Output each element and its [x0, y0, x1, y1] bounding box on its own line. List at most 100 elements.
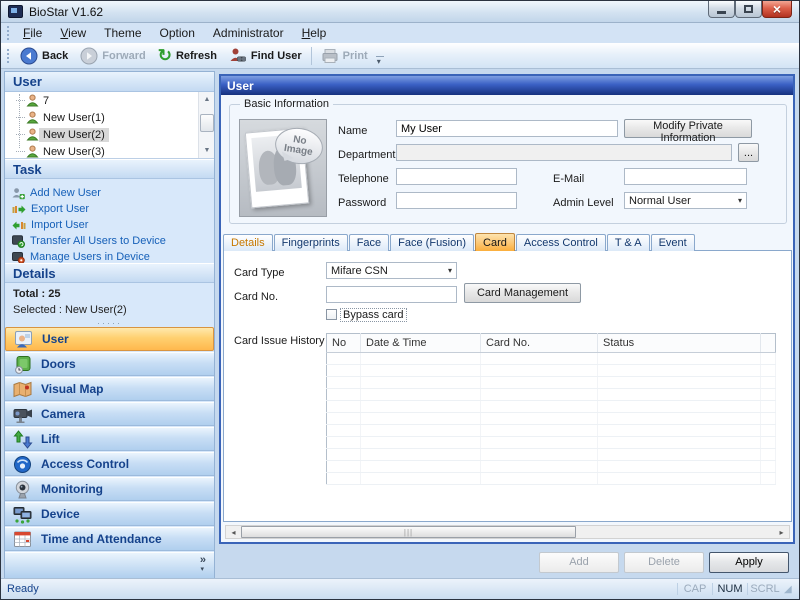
admin-level-select[interactable]: Normal User ▾	[624, 192, 747, 209]
tab-face-fusion[interactable]: Face (Fusion)	[390, 234, 474, 251]
main-panel-header: User	[221, 76, 793, 95]
nav-item-doors[interactable]: Doors	[5, 352, 214, 376]
department-field	[396, 144, 732, 161]
close-icon: ×	[773, 2, 781, 16]
tab-t-and-a[interactable]: T & A	[607, 234, 650, 251]
scroll-thumb[interactable]: |||	[241, 526, 576, 538]
lift-icon	[13, 430, 33, 449]
splitter-handle[interactable]: ·····	[5, 319, 214, 327]
print-button[interactable]: Print	[315, 46, 374, 65]
card-issue-history-table: No Date & Time Card No. Status	[326, 333, 776, 485]
tab-fingerprints[interactable]: Fingerprints	[274, 234, 348, 251]
password-field[interactable]	[396, 192, 517, 209]
tab-access-control[interactable]: Access Control	[516, 234, 606, 251]
task-panel-header: Task	[5, 159, 214, 179]
card-no-field[interactable]	[326, 286, 457, 303]
refresh-button[interactable]: ↻ Refresh	[152, 46, 223, 65]
task-import-user[interactable]: Import User	[12, 217, 214, 233]
nav-item-access-control[interactable]: Access Control	[5, 452, 214, 476]
card-management-button[interactable]: Card Management	[464, 283, 581, 303]
column-spacer	[761, 334, 776, 353]
card-type-select[interactable]: Mifare CSN ▾	[326, 262, 457, 279]
horizontal-scrollbar[interactable]: ◂ ||| ▸	[225, 525, 790, 539]
manage-users-icon	[12, 251, 25, 264]
nav-item-time-attendance[interactable]: Time and Attendance	[5, 527, 214, 551]
tab-details[interactable]: Details	[223, 234, 273, 251]
tree-item-selected[interactable]: New User(2)	[5, 126, 214, 143]
menu-grip-handle	[7, 26, 9, 40]
name-field[interactable]	[396, 120, 618, 137]
nav-more-dropdown-icon[interactable]: ▾	[200, 565, 204, 573]
minimize-button[interactable]	[708, 1, 735, 18]
add-button[interactable]: Add	[539, 552, 619, 573]
department-browse-button[interactable]: ...	[738, 143, 759, 162]
scroll-thumb[interactable]	[200, 114, 214, 132]
task-transfer-users[interactable]: Transfer All Users to Device	[12, 233, 214, 249]
column-card-no[interactable]: Card No.	[481, 334, 598, 353]
task-export-user[interactable]: Export User	[12, 201, 214, 217]
tab-face[interactable]: Face	[349, 234, 389, 251]
maximize-button[interactable]	[735, 1, 762, 18]
nav-item-camera[interactable]: Camera	[5, 402, 214, 426]
menu-option[interactable]: Option	[151, 24, 204, 42]
tree-item[interactable]: New User(3)	[5, 143, 214, 159]
details-selected: Selected : New User(2)	[13, 304, 214, 316]
menu-file[interactable]: File	[14, 24, 51, 42]
menu-administrator[interactable]: Administrator	[204, 24, 293, 42]
task-add-new-user[interactable]: Add New User	[12, 185, 214, 201]
tab-card[interactable]: Card	[475, 233, 515, 251]
nav-item-user[interactable]: User	[5, 327, 214, 351]
menu-view[interactable]: View	[51, 24, 95, 42]
close-button[interactable]: ×	[762, 1, 792, 18]
tree-scrollbar[interactable]: ▲ ▼	[198, 92, 214, 158]
forward-button[interactable]: Forward	[74, 46, 151, 66]
nav-item-device[interactable]: Device	[5, 502, 214, 526]
telephone-field[interactable]	[396, 168, 517, 185]
nav-item-monitoring[interactable]: Monitoring	[5, 477, 214, 501]
tab-event[interactable]: Event	[651, 234, 695, 251]
task-list: Add New User Export User Import User Tra…	[5, 179, 214, 263]
column-date-time[interactable]: Date & Time	[361, 334, 481, 353]
user-panel-header: User	[5, 72, 214, 92]
table-row	[327, 389, 776, 401]
bypass-card-checkbox[interactable]	[326, 309, 337, 320]
find-user-button[interactable]: Find User	[223, 46, 308, 65]
scroll-down-icon[interactable]: ▼	[200, 144, 214, 157]
modify-private-information-button[interactable]: Modify Private Information	[624, 119, 752, 138]
scroll-left-icon[interactable]: ◂	[226, 526, 241, 538]
apply-button[interactable]: Apply	[709, 552, 789, 573]
thumb-grip-icon: |||	[404, 528, 413, 537]
status-ready-text: Ready	[7, 583, 39, 595]
monitoring-icon	[13, 480, 33, 499]
window-controls: ×	[708, 1, 792, 18]
menu-theme[interactable]: Theme	[95, 24, 150, 42]
resize-grip-icon[interactable]: ◢	[784, 584, 796, 595]
user-icon	[26, 128, 39, 141]
toolbar-grip-handle	[7, 49, 9, 63]
column-status[interactable]: Status	[598, 334, 761, 353]
title-bar[interactable]: BioStar V1.62	[1, 1, 799, 23]
refresh-icon: ↻	[158, 47, 172, 64]
find-user-icon	[229, 47, 247, 64]
menu-help[interactable]: Help	[293, 24, 336, 42]
scroll-right-icon[interactable]: ▸	[774, 526, 789, 538]
maximize-icon	[744, 5, 753, 13]
toolbar-overflow-button[interactable]: ▾	[376, 56, 384, 68]
add-user-icon	[12, 187, 25, 200]
scroll-up-icon[interactable]: ▲	[200, 93, 214, 106]
nav-item-lift[interactable]: Lift	[5, 427, 214, 451]
device-icon	[13, 505, 33, 524]
column-no[interactable]: No	[327, 334, 361, 353]
nav-more-chevron-icon[interactable]: »	[200, 555, 206, 565]
card-type-label: Card Type	[234, 267, 285, 279]
back-button[interactable]: Back	[14, 46, 74, 66]
tree-item[interactable]: 7	[5, 92, 214, 109]
nav-item-visual-map[interactable]: Visual Map	[5, 377, 214, 401]
tree-item[interactable]: New User(1)	[5, 109, 214, 126]
email-field[interactable]	[624, 168, 747, 185]
bypass-card-label[interactable]: Bypass card	[340, 308, 407, 322]
user-icon	[26, 111, 39, 124]
nav-bar: User Doors Visual Map Camera Lift Access…	[5, 327, 214, 552]
table-row	[327, 473, 776, 485]
delete-button[interactable]: Delete	[624, 552, 704, 573]
